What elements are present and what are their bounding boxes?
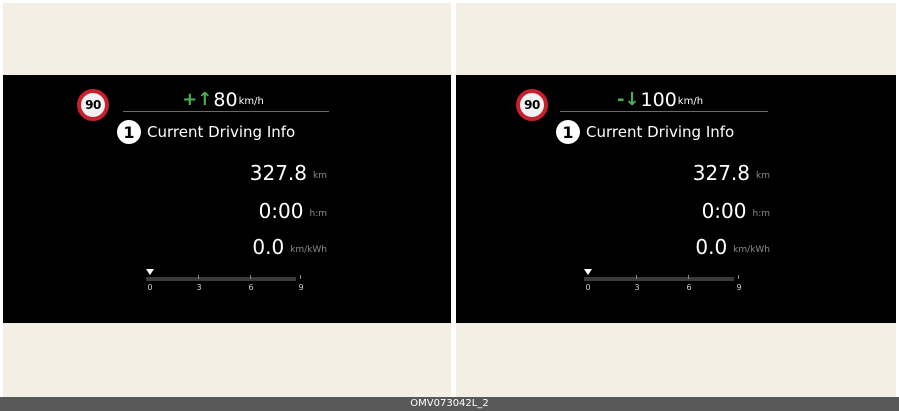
gauge-marker-icon [584,269,592,275]
cluster-screen: 90 + ↑ 80 km/h 1 Current Driving Info 32… [3,75,451,323]
callout-number-badge: 1 [117,120,141,144]
arrow-down-icon: ↓ [624,89,640,110]
efficiency-value: 0.0 [252,235,285,259]
speed-limit-value: 90 [85,98,101,112]
info-title: 1 Current Driving Info [556,119,734,145]
gauge-label: 9 [298,283,304,292]
gauge-bar [584,277,734,281]
info-title-label: Current Driving Info [586,123,735,141]
distance-value: 327.8 [692,161,751,185]
callout-number-badge: 1 [556,120,580,144]
efficiency-gauge: 0 3 6 9 [146,269,306,297]
cluster-screen: 90 - ↓ 100 km/h 1 Current Driving Info 3… [456,75,896,323]
speed-difference: + ↑ 80 km/h [123,85,323,111]
gauge-label: 0 [585,283,591,292]
gauge-bar [146,277,296,281]
gauge-tick [198,275,199,279]
arrow-up-icon: ↑ [197,89,213,110]
speed-diff-value: 100 [640,89,677,111]
gauge-tick [738,275,739,279]
efficiency-unit: km/kWh [733,245,770,255]
gauge-label: 3 [196,283,202,292]
cluster-illustration-right: 90 - ↓ 100 km/h 1 Current Driving Info 3… [456,3,896,397]
efficiency-row: 0.0 km/kWh [695,233,770,259]
speed-limit-value: 90 [524,98,540,112]
gauge-label: 6 [248,283,254,292]
cluster-illustration-left: 90 + ↑ 80 km/h 1 Current Driving Info 32… [3,3,451,397]
time-row: 0:00 h:m [259,197,327,223]
header-divider [123,111,329,112]
gauge-label: 0 [147,283,153,292]
distance-value: 327.8 [249,161,308,185]
time-unit: h:m [309,209,327,219]
efficiency-value: 0.0 [695,235,728,259]
gauge-label: 3 [634,283,640,292]
distance-row: 327.8 km [250,159,327,185]
efficiency-gauge: 0 3 6 9 [584,269,744,297]
speed-diff-sign: - [616,89,625,110]
speed-difference: - ↓ 100 km/h [560,85,760,111]
gauge-label: 6 [686,283,692,292]
time-unit: h:m [752,209,770,219]
gauge-tick [250,275,251,279]
gauge-tick [636,275,637,279]
speed-limit-sign-icon: 90 [516,89,548,121]
speed-diff-sign: + [182,89,198,110]
distance-row: 327.8 km [693,159,770,185]
speed-diff-unit: km/h [677,96,704,107]
time-value: 0:00 [258,199,304,223]
time-value: 0:00 [701,199,747,223]
speed-diff-unit: km/h [238,96,264,107]
time-row: 0:00 h:m [702,197,770,223]
header-divider [560,111,768,112]
speed-limit-sign-icon: 90 [77,89,109,121]
gauge-tick [688,275,689,279]
info-title: 1 Current Driving Info [117,119,295,145]
gauge-marker-icon [146,269,154,275]
figure-caption: OMV073042L_2 [0,397,899,411]
gauge-tick [300,275,301,279]
speed-diff-value: 80 [213,89,238,111]
info-title-label: Current Driving Info [147,123,296,141]
efficiency-unit: km/kWh [290,245,327,255]
efficiency-row: 0.0 km/kWh [252,233,327,259]
gauge-label: 9 [736,283,742,292]
distance-unit: km [756,171,770,181]
distance-unit: km [313,171,327,181]
